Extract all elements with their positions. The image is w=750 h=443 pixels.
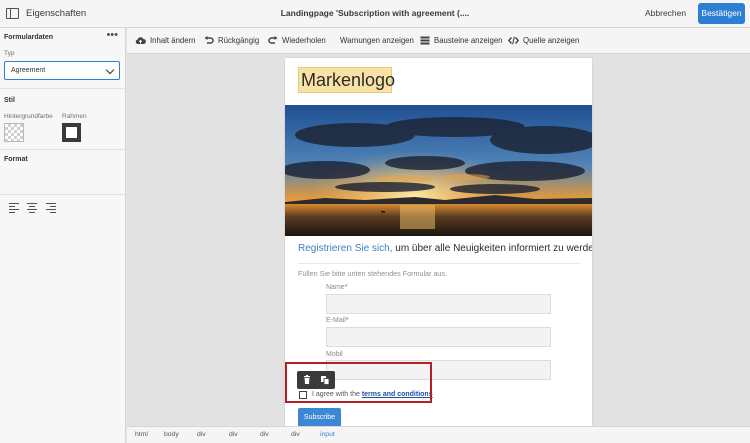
properties-panel: Formulardaten ••• Typ Agreement Stil Hin… xyxy=(0,28,126,443)
blocks-icon xyxy=(420,36,430,45)
style-heading: Stil xyxy=(4,97,15,104)
change-content-button[interactable]: Inhalt ändern xyxy=(135,36,196,45)
trash-icon[interactable] xyxy=(300,373,314,387)
mobile-label: Mobil xyxy=(326,351,343,358)
breadcrumb-input[interactable]: input xyxy=(320,431,335,438)
format-heading: Format xyxy=(4,156,28,163)
breadcrumb-div[interactable]: div xyxy=(260,431,269,438)
duplicate-icon[interactable] xyxy=(318,373,332,387)
subscribe-button[interactable]: Subscribe xyxy=(298,408,341,428)
background-color-label: Hintergrundfarbe xyxy=(4,113,53,120)
breadcrumb-html[interactable]: html xyxy=(135,431,148,438)
show-warnings-button[interactable]: Warnungen anzeigen xyxy=(340,36,414,45)
form-intro: Füllen Sie bitte unten stehendes Formula… xyxy=(298,269,448,278)
cloud-upload-icon xyxy=(135,37,146,45)
format-section: Format xyxy=(0,150,125,195)
border-label: Rahmen xyxy=(62,113,87,120)
code-icon xyxy=(508,37,519,45)
divider xyxy=(298,263,581,264)
breadcrumb-div[interactable]: div xyxy=(197,431,206,438)
show-blocks-label: Bausteine anzeigen xyxy=(434,36,503,45)
border-swatch[interactable] xyxy=(62,123,81,142)
type-select-value: Agreement xyxy=(11,67,46,74)
name-input[interactable] xyxy=(326,294,551,314)
align-right-icon[interactable] xyxy=(46,203,56,213)
breadcrumb-body[interactable]: body xyxy=(164,431,179,438)
redo-button[interactable]: Wiederholen xyxy=(268,36,326,45)
editor-canvas: Markenlogo Registrieren Sie sich, um übe… xyxy=(127,54,750,430)
undo-button[interactable]: Rückgängig xyxy=(204,36,259,45)
name-label: Name* xyxy=(326,284,348,291)
form-data-heading: Formulardaten xyxy=(4,34,54,41)
show-warnings-label: Warnungen anzeigen xyxy=(340,36,414,45)
align-center-icon[interactable] xyxy=(27,203,37,213)
confirm-button[interactable]: Bestätigen xyxy=(698,3,745,24)
more-options-icon[interactable]: ••• xyxy=(106,30,118,41)
top-bar: Eigenschaften Landingpage 'Subscription … xyxy=(0,0,750,28)
show-source-label: Quelle anzeigen xyxy=(523,36,580,45)
redo-icon xyxy=(268,36,278,45)
sidebar-toggle-icon[interactable] xyxy=(6,8,19,19)
type-select[interactable]: Agreement xyxy=(4,61,120,80)
email-label: E-Mail* xyxy=(326,317,349,324)
panel-title: Eigenschaften xyxy=(26,8,87,19)
document-title: Landingpage 'Subscription with agreement… xyxy=(280,8,470,18)
register-link[interactable]: Registrieren Sie sich, xyxy=(298,243,392,254)
email-input[interactable] xyxy=(326,327,551,347)
element-breadcrumb: html body div div div div input xyxy=(127,426,750,443)
change-content-label: Inhalt ändern xyxy=(150,36,196,45)
show-blocks-button[interactable]: Bausteine anzeigen xyxy=(420,36,503,45)
show-source-button[interactable]: Quelle anzeigen xyxy=(508,36,579,45)
type-label: Typ xyxy=(4,50,15,57)
undo-label: Rückgängig xyxy=(218,36,260,45)
background-color-swatch[interactable] xyxy=(4,123,24,142)
cancel-button[interactable]: Abbrechen xyxy=(645,8,686,18)
hero-image[interactable] xyxy=(285,105,592,236)
headline: Registrieren Sie sich, um über alle Neui… xyxy=(298,243,592,254)
brand-logo[interactable]: Markenlogo xyxy=(298,67,395,93)
breadcrumb-div[interactable]: div xyxy=(229,431,238,438)
chevron-down-icon xyxy=(105,65,115,75)
breadcrumb-div[interactable]: div xyxy=(291,431,300,438)
element-toolbar xyxy=(297,371,335,389)
editor-toolbar: Inhalt ändern Rückgängig Wiederholen War… xyxy=(127,28,750,54)
redo-label: Wiederholen xyxy=(282,36,326,45)
headline-text: um über alle Neuigkeiten informiert zu w… xyxy=(392,243,592,254)
align-left-icon[interactable] xyxy=(9,203,19,213)
undo-icon xyxy=(204,36,214,45)
